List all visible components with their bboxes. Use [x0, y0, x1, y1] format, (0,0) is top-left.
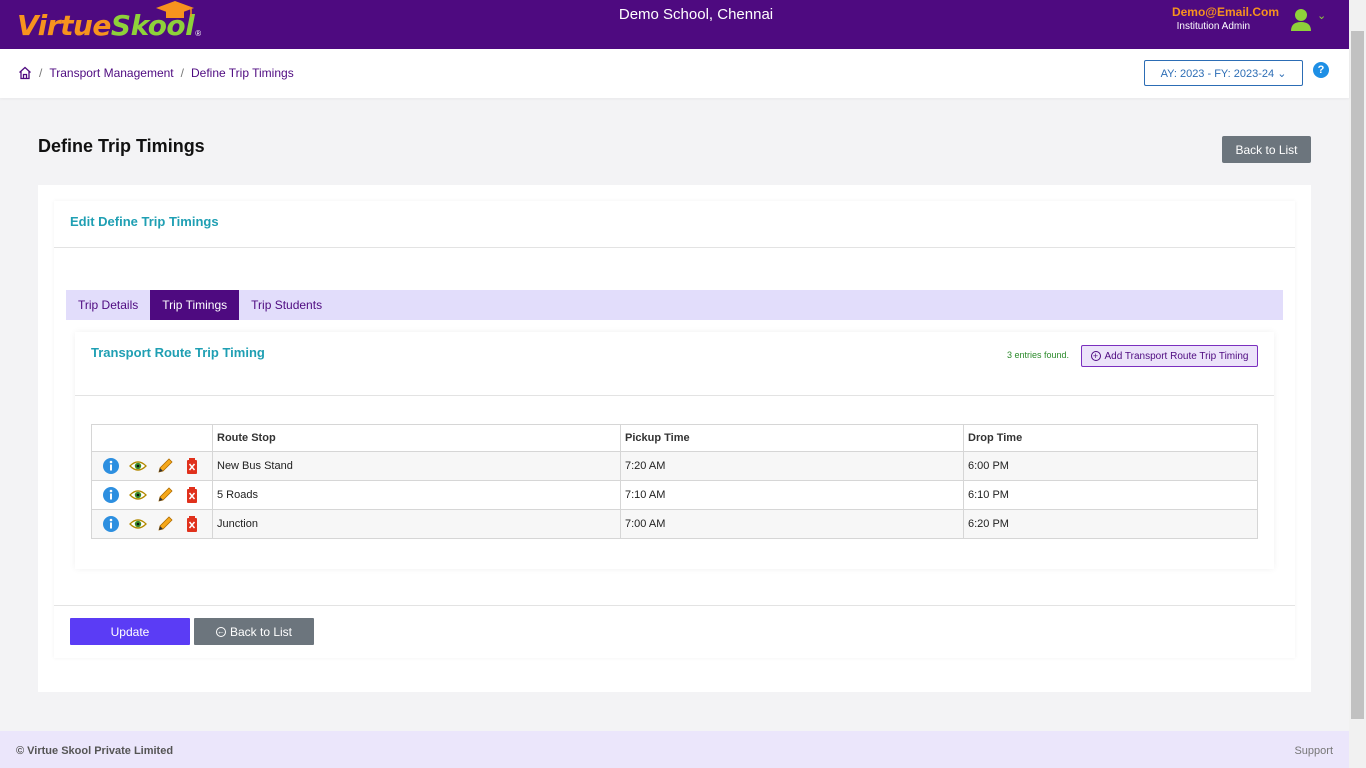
- table-header-row: Route Stop Pickup Time Drop Time: [91, 424, 1258, 452]
- entries-count: 3 entries found.: [1007, 350, 1070, 360]
- page-title: Define Trip Timings: [38, 136, 205, 156]
- back-to-list-button-bottom[interactable]: ← Back to List: [194, 618, 314, 645]
- route-timing-table: Route Stop Pickup Time Drop Time New Bus…: [91, 424, 1258, 539]
- top-header: VirtueSkool ® Demo School, Chennai Demo@…: [0, 0, 1366, 49]
- column-header-route-stop: Route Stop: [212, 424, 621, 452]
- user-menu-chevron-down-icon[interactable]: ⌄: [1317, 9, 1326, 22]
- help-icon[interactable]: ?: [1313, 62, 1329, 78]
- update-button[interactable]: Update: [70, 618, 190, 645]
- table-row: Junction 7:00 AM 6:20 PM: [91, 509, 1258, 539]
- cell-drop-time: 6:20 PM: [963, 509, 1258, 539]
- cell-pickup-time: 7:10 AM: [620, 480, 964, 510]
- divider: [75, 395, 1274, 396]
- tab-trip-students[interactable]: Trip Students: [239, 290, 334, 320]
- breadcrumb-separator: /: [39, 66, 43, 80]
- column-header-pickup-time: Pickup Time: [620, 424, 964, 452]
- view-eye-icon[interactable]: [129, 486, 147, 504]
- edit-pencil-icon[interactable]: [156, 486, 174, 504]
- view-eye-icon[interactable]: [129, 515, 147, 533]
- tab-bar: Trip Details Trip Timings Trip Students: [66, 290, 1283, 320]
- add-button-label: Add Transport Route Trip Timing: [1104, 350, 1249, 362]
- info-icon[interactable]: [102, 486, 120, 504]
- row-actions: [91, 480, 213, 510]
- add-route-trip-timing-button[interactable]: + Add Transport Route Trip Timing: [1081, 345, 1258, 367]
- user-role: Institution Admin: [1176, 21, 1250, 32]
- view-eye-icon[interactable]: [129, 457, 147, 475]
- table-row: New Bus Stand 7:20 AM 6:00 PM: [91, 451, 1258, 481]
- plus-circle-icon: +: [1090, 351, 1101, 361]
- cell-pickup-time: 7:00 AM: [620, 509, 964, 539]
- cell-route-stop: Junction: [212, 509, 621, 539]
- breadcrumb-transport-management[interactable]: Transport Management: [49, 66, 173, 80]
- breadcrumb: / Transport Management / Define Trip Tim…: [18, 66, 294, 80]
- logo-registered-mark: ®: [195, 29, 202, 38]
- delete-bin-icon[interactable]: [183, 486, 201, 504]
- row-actions: [91, 509, 213, 539]
- school-name: Demo School, Chennai: [618, 6, 774, 23]
- page-footer: © Virtue Skool Private Limited Support: [0, 731, 1349, 768]
- breadcrumb-bar: / Transport Management / Define Trip Tim…: [0, 49, 1349, 98]
- info-icon[interactable]: [102, 515, 120, 533]
- breadcrumb-separator: /: [180, 66, 184, 80]
- academic-year-select[interactable]: AY: 2023 - FY: 2023-24 ⌄: [1144, 60, 1303, 86]
- tab-trip-timings[interactable]: Trip Timings: [150, 290, 240, 320]
- delete-bin-icon[interactable]: [183, 515, 201, 533]
- home-icon[interactable]: [18, 66, 32, 80]
- cell-drop-time: 6:00 PM: [963, 451, 1258, 481]
- copyright-text: © Virtue Skool Private Limited: [16, 745, 174, 757]
- cell-drop-time: 6:10 PM: [963, 480, 1258, 510]
- table-row: 5 Roads 7:10 AM 6:10 PM: [91, 480, 1258, 510]
- scrollbar-thumb[interactable]: [1351, 31, 1364, 719]
- cell-pickup-time: 7:20 AM: [620, 451, 964, 481]
- row-actions: [91, 451, 213, 481]
- column-header-drop-time: Drop Time: [963, 424, 1258, 452]
- page-scrollbar[interactable]: [1349, 0, 1366, 768]
- route-timing-title: Transport Route Trip Timing: [91, 345, 265, 360]
- back-button-label: Back to List: [229, 624, 293, 639]
- divider: [54, 247, 1295, 248]
- divider: [54, 605, 1295, 606]
- support-link[interactable]: Support: [1294, 745, 1333, 757]
- user-avatar-icon[interactable]: [1290, 8, 1312, 32]
- edit-card-title: Edit Define Trip Timings: [70, 214, 219, 229]
- cell-route-stop: New Bus Stand: [212, 451, 621, 481]
- cell-route-stop: 5 Roads: [212, 480, 621, 510]
- edit-pencil-icon[interactable]: [156, 457, 174, 475]
- user-email[interactable]: Demo@Email.Com: [1172, 5, 1279, 19]
- tab-trip-details[interactable]: Trip Details: [66, 290, 150, 320]
- back-to-list-button-top[interactable]: Back to List: [1222, 136, 1311, 163]
- back-arrow-circle-icon: ←: [215, 626, 226, 637]
- edit-pencil-icon[interactable]: [156, 515, 174, 533]
- info-icon[interactable]: [102, 457, 120, 475]
- column-header-actions: [91, 424, 213, 452]
- delete-bin-icon[interactable]: [183, 457, 201, 475]
- breadcrumb-define-trip-timings[interactable]: Define Trip Timings: [191, 66, 294, 80]
